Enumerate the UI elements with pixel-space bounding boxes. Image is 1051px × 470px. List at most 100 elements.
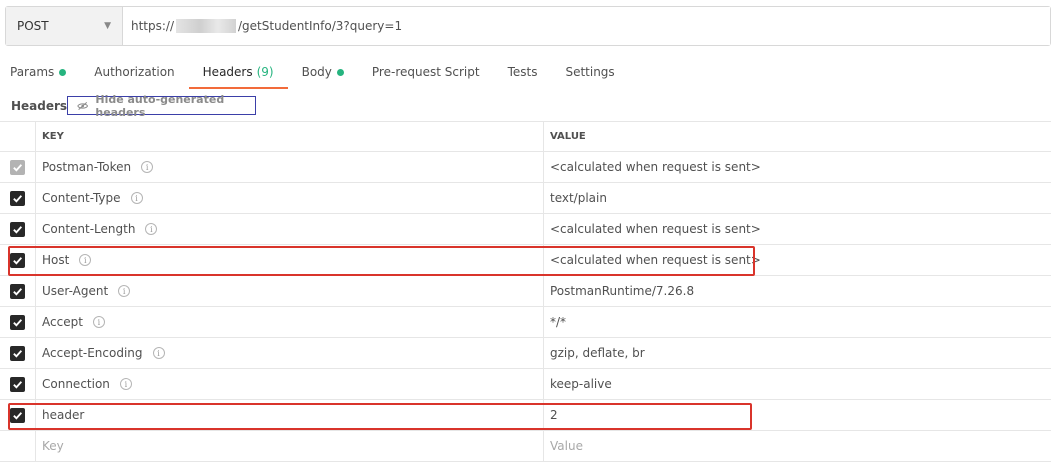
table-row: header 2: [0, 400, 1051, 431]
info-icon[interactable]: i: [79, 254, 92, 266]
header-value: gzip, deflate, br: [550, 346, 645, 360]
header-value-cell[interactable]: keep-alive: [544, 369, 1051, 399]
tab-body[interactable]: Body: [302, 58, 344, 90]
table-row: Content-Length i <calculated when request …: [0, 214, 1051, 245]
eye-slash-icon: [77, 101, 89, 110]
checkmark-icon: [12, 410, 23, 421]
chevron-down-icon: ▼: [104, 21, 111, 31]
info-icon[interactable]: i: [152, 347, 165, 359]
headers-table: KEY VALUE Postman-Token i <calculated when…: [0, 121, 1051, 462]
header-value: text/plain: [550, 191, 607, 205]
header-key-cell[interactable]: Connection i: [36, 369, 544, 399]
checkmark-icon: [12, 317, 23, 328]
info-icon[interactable]: i: [119, 378, 132, 390]
tab-headers[interactable]: Headers (9): [188, 58, 288, 90]
header-key-cell[interactable]: Accept i: [36, 307, 544, 337]
checkmark-icon: [12, 224, 23, 235]
tab-label: Params: [10, 65, 55, 79]
tab-label: Settings: [565, 65, 615, 79]
url-input[interactable]: https:// /getStudentInfo/3?query=1: [123, 7, 1050, 45]
header-value: PostmanRuntime/7.26.8: [550, 284, 695, 298]
header-value: <calculated when request is sent>: [550, 253, 761, 267]
tab-label: Tests: [507, 65, 538, 79]
header-enabled-checkbox[interactable]: [10, 252, 25, 268]
header-value-cell[interactable]: <calculated when request is sent>: [544, 245, 1051, 275]
tab-settings[interactable]: Settings: [565, 58, 614, 90]
url-prefix: https://: [131, 19, 175, 33]
header-enabled-checkbox[interactable]: [10, 190, 25, 206]
method-label: POST: [17, 19, 49, 33]
header-value: <calculated when request is sent>: [550, 222, 761, 236]
checkmark-icon: [12, 379, 23, 390]
table-header-row: KEY VALUE: [0, 121, 1051, 152]
info-icon[interactable]: i: [118, 285, 131, 297]
header-enabled-checkbox[interactable]: [10, 407, 25, 423]
table-row: Accept-Encoding i gzip, deflate, br: [0, 338, 1051, 369]
checkmark-icon: [12, 162, 23, 173]
header-enabled-checkbox[interactable]: [10, 159, 25, 175]
headers-section-label: Headers: [11, 99, 68, 113]
header-key-cell[interactable]: header: [36, 400, 544, 430]
header-value: <calculated when request is sent>: [550, 160, 761, 174]
header-key-cell[interactable]: Content-Length i: [36, 214, 544, 244]
new-header-row: Key Value: [0, 431, 1051, 462]
tab-pre-request-script[interactable]: Pre-request Script: [372, 58, 480, 90]
header-enabled-checkbox[interactable]: [10, 283, 25, 299]
header-enabled-checkbox[interactable]: [10, 221, 25, 237]
header-enabled-checkbox[interactable]: [10, 345, 25, 361]
status-dot-icon: [59, 69, 67, 76]
checkmark-icon: [12, 348, 23, 359]
header-value-cell[interactable]: gzip, deflate, br: [544, 338, 1051, 368]
method-select[interactable]: POST ▼: [6, 7, 123, 45]
header-value-cell[interactable]: <calculated when request is sent>: [544, 214, 1051, 244]
header-key-cell[interactable]: Accept-Encoding i: [36, 338, 544, 368]
redacted-host: [176, 19, 237, 33]
info-icon[interactable]: i: [145, 223, 158, 235]
checkmark-icon: [12, 193, 23, 204]
header-key-cell[interactable]: Host i: [36, 245, 544, 275]
tab-count: (9): [256, 65, 274, 79]
new-key-input[interactable]: Key: [36, 431, 544, 461]
header-value-cell[interactable]: 2: [544, 400, 1051, 430]
tab-label: Headers: [202, 65, 253, 79]
new-value-input[interactable]: Value: [544, 431, 1051, 461]
header-key: Accept: [42, 315, 83, 329]
header-value: */*: [550, 315, 567, 329]
column-header-key: KEY: [36, 122, 544, 151]
header-key: header: [42, 408, 85, 422]
header-value: keep-alive: [550, 377, 612, 391]
checkmark-icon: [12, 255, 23, 266]
header-enabled-checkbox[interactable]: [10, 376, 25, 392]
info-icon[interactable]: i: [141, 161, 154, 173]
status-dot-icon: [336, 69, 344, 76]
url-suffix: /getStudentInfo/3?query=1: [238, 19, 403, 33]
header-key: Content-Length: [42, 222, 136, 236]
request-tabs: Params Authorization Headers (9) Body Pr…: [10, 58, 615, 90]
request-bar: POST ▼ https:// /getStudentInfo/3?query=…: [5, 6, 1051, 46]
tab-label: Authorization: [94, 65, 175, 79]
header-key: Accept-Encoding: [42, 346, 143, 360]
column-header-value: VALUE: [550, 131, 586, 142]
tab-tests[interactable]: Tests: [508, 58, 538, 90]
table-row: Content-Type i text/plain: [0, 183, 1051, 214]
header-value-cell[interactable]: text/plain: [544, 183, 1051, 213]
header-value-cell[interactable]: PostmanRuntime/7.26.8: [544, 276, 1051, 306]
info-icon[interactable]: i: [92, 316, 105, 328]
tab-label: Body: [301, 65, 332, 79]
header-value-cell[interactable]: */*: [544, 307, 1051, 337]
info-icon[interactable]: i: [130, 192, 143, 204]
header-key-cell[interactable]: User-Agent i: [36, 276, 544, 306]
header-key: Content-Type: [42, 191, 121, 205]
table-row: Accept i */*: [0, 307, 1051, 338]
table-row: Connection i keep-alive: [0, 369, 1051, 400]
header-enabled-checkbox[interactable]: [10, 314, 25, 330]
header-key: Host: [42, 253, 70, 267]
table-row: Postman-Token i <calculated when request i…: [0, 152, 1051, 183]
header-key: Postman-Token: [42, 160, 132, 174]
header-value-cell[interactable]: <calculated when request is sent>: [544, 152, 1051, 182]
header-key-cell[interactable]: Content-Type i: [36, 183, 544, 213]
tab-params[interactable]: Params: [10, 58, 67, 90]
header-key-cell[interactable]: Postman-Token i: [36, 152, 544, 182]
hide-auto-headers-button[interactable]: Hide auto-generated headers: [67, 93, 256, 119]
tab-authorization[interactable]: Authorization: [94, 58, 174, 90]
